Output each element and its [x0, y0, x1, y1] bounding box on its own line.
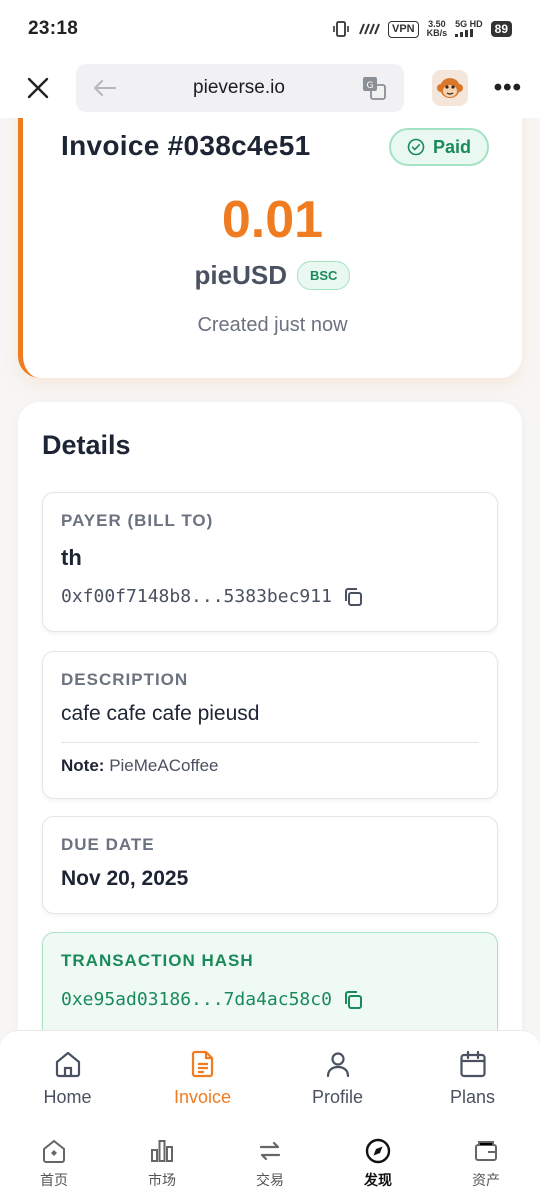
details-card: Details PAYER (BILL TO) th 0xf00f7148b8.…	[18, 402, 522, 1030]
sys-tab-trade[interactable]: 交易	[216, 1118, 324, 1199]
payer-address: 0xf00f7148b8...5383bec911	[61, 586, 332, 607]
status-bar: 23:18 VPN 3.50 KB/s 5G HD 89	[0, 0, 540, 58]
swap-icon	[259, 1141, 281, 1161]
invoice-summary-card: Invoice #038c4e51 Paid 0.01 pieUSD BSC C…	[18, 118, 522, 378]
payer-address-row: 0xf00f7148b8...5383bec911	[61, 586, 364, 608]
divider	[61, 742, 479, 743]
network-speed: 3.50 KB/s	[426, 19, 448, 38]
wallet-icon	[475, 1141, 497, 1161]
more-menu-button[interactable]: •••	[494, 74, 522, 102]
due-date-value: Nov 20, 2025	[61, 867, 189, 890]
sys-tab-label: 发现	[364, 1172, 392, 1188]
sys-tab-market[interactable]: 市场	[108, 1118, 216, 1199]
tx-hash-row: 0xe95ad03186...7da4ac58c0	[61, 989, 364, 1011]
system-nav-bar: 首页 市场 交易 发现 资产	[0, 1118, 540, 1199]
status-icons: VPN 3.50 KB/s 5G HD 89	[332, 19, 512, 39]
note: Note: PieMeACoffee	[61, 756, 219, 776]
due-date-label: DUE DATE	[61, 835, 155, 854]
status-badge: Paid	[389, 128, 490, 166]
signal-bars-icon	[455, 28, 474, 37]
close-button[interactable]	[18, 68, 58, 108]
tx-hash-value[interactable]: 0xe95ad03186...7da4ac58c0	[61, 989, 332, 1010]
home-icon	[43, 1139, 65, 1163]
vpn-indicator: VPN	[387, 20, 419, 38]
note-label: Note:	[61, 756, 105, 775]
sys-tab-label: 交易	[256, 1172, 284, 1188]
details-heading: Details	[42, 430, 131, 460]
tab-home[interactable]: Home	[0, 1031, 135, 1118]
close-icon	[27, 77, 49, 99]
svg-text:G: G	[367, 81, 374, 91]
created-time: Created just now	[197, 314, 348, 336]
status-time: 23:18	[28, 18, 79, 39]
page-content: Invoice #038c4e51 Paid 0.01 pieUSD BSC C…	[0, 118, 540, 1030]
currency-row: pieUSD BSC	[23, 260, 522, 291]
app-avatar[interactable]	[432, 70, 468, 106]
vibrate-icon	[333, 21, 349, 37]
calendar-icon	[459, 1050, 486, 1078]
payer-name: th	[61, 545, 82, 570]
payer-label: PAYER (BILL TO)	[61, 511, 214, 530]
description-field: DESCRIPTION cafe cafe cafe pieusd Note: …	[42, 651, 498, 799]
sys-tab-label: 首页	[40, 1172, 68, 1188]
app-tab-bar: Home Invoice Profile Plans	[0, 1030, 540, 1118]
back-arrow-icon[interactable]	[94, 80, 116, 96]
sys-tab-label: 资产	[472, 1172, 500, 1188]
home-icon	[55, 1051, 80, 1078]
note-text: PieMeACoffee	[109, 756, 219, 775]
browser-toolbar: pieverse.io G •••	[0, 58, 540, 118]
transaction-hash-field: TRANSACTION HASH 0xe95ad03186...7da4ac58…	[42, 932, 498, 1030]
compass-icon	[365, 1138, 391, 1164]
description-label: DESCRIPTION	[61, 670, 189, 689]
document-icon	[191, 1050, 213, 1078]
tab-plans[interactable]: Plans	[405, 1031, 540, 1118]
tx-hash-label: TRANSACTION HASH	[61, 951, 254, 970]
monkey-icon	[437, 78, 463, 98]
currency-label: pieUSD	[194, 260, 287, 290]
invoice-title: Invoice #038c4e51	[61, 130, 311, 161]
translate-icon[interactable]: G	[362, 76, 386, 100]
tab-profile[interactable]: Profile	[270, 1031, 405, 1118]
tab-label: Invoice	[173, 1087, 232, 1107]
person-icon	[326, 1052, 349, 1078]
sys-tab-home[interactable]: 首页	[0, 1118, 108, 1199]
tab-invoice[interactable]: Invoice	[135, 1031, 270, 1118]
status-label: Paid	[433, 136, 472, 157]
tab-label: Home	[43, 1087, 92, 1107]
copy-icon[interactable]	[342, 989, 364, 1011]
tab-label: Profile	[311, 1087, 364, 1107]
check-circle-icon	[407, 138, 425, 156]
description-text: cafe cafe cafe pieusd	[61, 702, 260, 725]
sys-tab-label: 市场	[148, 1172, 176, 1188]
bar-chart-icon	[151, 1140, 173, 1162]
url-text: pieverse.io	[193, 77, 285, 98]
sys-tab-assets[interactable]: 资产	[432, 1118, 540, 1199]
payer-field: PAYER (BILL TO) th 0xf00f7148b8...5383be…	[42, 492, 498, 632]
carrier-icon	[359, 23, 380, 35]
tab-label: Plans	[449, 1087, 496, 1107]
copy-icon[interactable]	[342, 586, 364, 608]
address-bar[interactable]: pieverse.io G	[76, 64, 404, 112]
chain-badge: BSC	[297, 261, 351, 290]
invoice-amount: 0.01	[221, 191, 324, 249]
signal-indicator: 5G HD	[455, 19, 483, 39]
due-date-field: DUE DATE Nov 20, 2025	[42, 816, 498, 914]
battery-indicator: 89	[490, 21, 512, 37]
sys-tab-discover[interactable]: 发现	[324, 1118, 432, 1199]
